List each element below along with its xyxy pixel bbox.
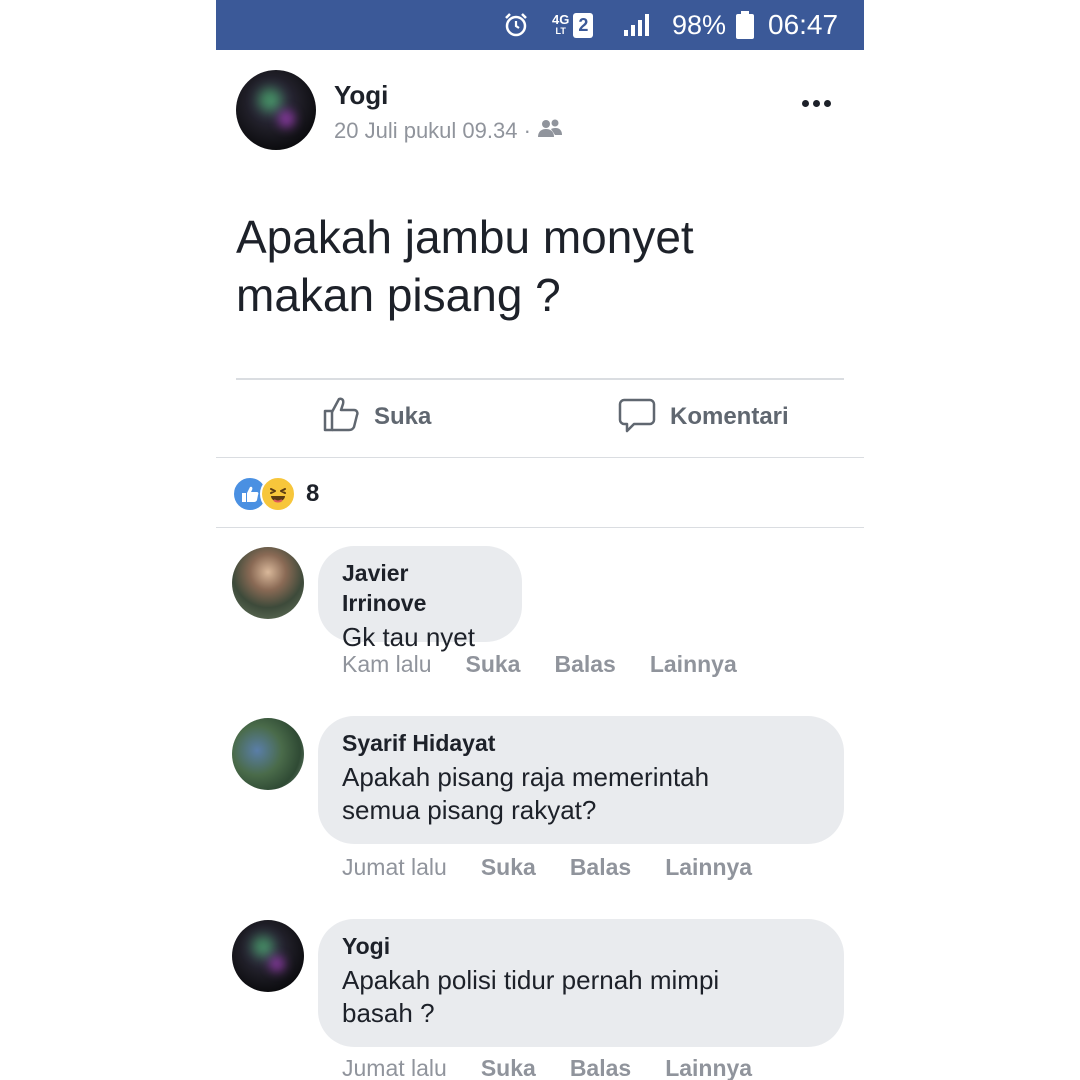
comment-more-link[interactable]: Lainnya <box>665 854 752 881</box>
comment-like-link[interactable]: Suka <box>481 854 536 881</box>
comment-actions: Kam lalu Suka Balas Lainnya <box>342 651 737 678</box>
comment-like-link[interactable]: Suka <box>465 651 520 678</box>
comment-author-name[interactable]: Syarif Hidayat <box>342 728 820 758</box>
post-text: Apakah jambu monyet makan pisang ? <box>236 208 836 324</box>
post-author-avatar[interactable] <box>236 70 316 150</box>
comment-author-name[interactable]: Javier Irrinove <box>342 558 498 618</box>
haha-reaction-icon <box>260 476 296 512</box>
comment-label: Komentari <box>670 403 789 430</box>
comment-bubble: Javier Irrinove Gk tau nyet <box>318 546 522 652</box>
comment-author-name[interactable]: Yogi <box>342 931 820 961</box>
friends-icon <box>537 118 563 144</box>
comment-author-avatar[interactable] <box>232 718 304 790</box>
network-indicator: 4G LT 2 <box>552 0 594 50</box>
comment-time[interactable]: Jumat lalu <box>342 1055 447 1080</box>
comment-author-avatar[interactable] <box>232 547 304 619</box>
comment-text-line: Apakah polisi tidur pernah mimpi <box>342 965 720 995</box>
signal-icon <box>622 0 652 50</box>
comment-more-link[interactable]: Lainnya <box>650 651 737 678</box>
comment-time[interactable]: Jumat lalu <box>342 854 447 881</box>
comment-text: Gk tau nyet <box>342 622 475 652</box>
comment-text: Apakah pisang raja memerintah semua pisa… <box>342 761 820 827</box>
comment-text: Apakah polisi tidur pernah mimpi basah ? <box>342 964 820 1030</box>
post-timestamp[interactable]: 20 Juli pukul 09.34 · <box>334 118 531 144</box>
comment-text-line: Apakah pisang raja memerintah <box>342 762 710 792</box>
comment-reply-link[interactable]: Balas <box>554 651 615 678</box>
comment-reply-link[interactable]: Balas <box>570 854 631 881</box>
reactions-summary[interactable]: 8 <box>232 476 319 512</box>
like-button[interactable]: Suka <box>322 395 431 439</box>
reaction-count: 8 <box>306 480 320 507</box>
more-options-button[interactable] <box>796 88 836 118</box>
alarm-icon <box>502 0 530 50</box>
divider <box>216 527 864 528</box>
post-author-name[interactable]: Yogi <box>334 80 388 111</box>
like-label: Suka <box>374 403 432 430</box>
comment-more-link[interactable]: Lainnya <box>665 1055 752 1080</box>
post-text-line: Apakah jambu monyet <box>236 211 694 263</box>
comment-icon <box>618 395 656 440</box>
post-text-line: makan pisang ? <box>236 269 561 321</box>
divider <box>216 457 864 458</box>
comment-like-link[interactable]: Suka <box>481 1055 536 1080</box>
network-label: 4G <box>552 12 570 27</box>
divider <box>236 378 844 380</box>
comment-time[interactable]: Kam lalu <box>342 651 431 678</box>
comment-bubble: Yogi Apakah polisi tidur pernah mimpi ba… <box>318 919 844 1047</box>
thumbs-up-icon <box>322 395 360 440</box>
comment-text-line: basah ? <box>342 998 435 1028</box>
battery-percent: 98% <box>672 9 727 40</box>
comment-text-line: semua pisang rakyat? <box>342 795 597 825</box>
clock: 06:47 <box>768 9 839 40</box>
comment-bubble: Syarif Hidayat Apakah pisang raja memeri… <box>318 716 844 844</box>
comment-button[interactable]: Komentari <box>618 395 789 439</box>
facebook-post-screen: 4G LT 2 98% 06:47 Yogi 20 Juli pukul 09.… <box>216 0 864 1080</box>
comment-actions: Jumat lalu Suka Balas Lainnya <box>342 1055 752 1080</box>
network-sub-label: LT <box>555 26 566 36</box>
sim-indicator: 2 <box>573 12 594 38</box>
battery-icon <box>735 0 755 50</box>
comment-author-avatar[interactable] <box>232 920 304 992</box>
status-bar: 4G LT 2 98% 06:47 <box>216 0 864 50</box>
comment-reply-link[interactable]: Balas <box>570 1055 631 1080</box>
comment-actions: Jumat lalu Suka Balas Lainnya <box>342 854 752 881</box>
post-meta: 20 Juli pukul 09.34 · <box>334 118 563 144</box>
